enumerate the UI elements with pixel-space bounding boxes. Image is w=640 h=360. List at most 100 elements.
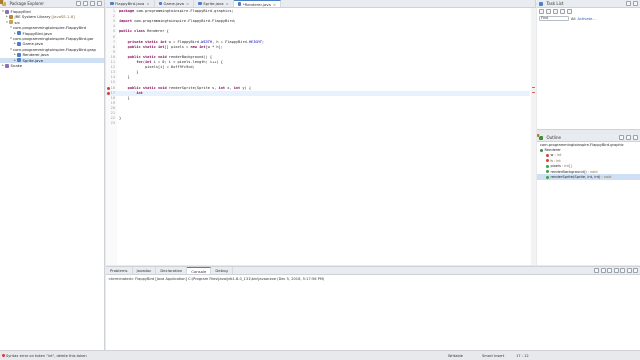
package-icon bbox=[0, 0, 4, 4]
outline-item-type: : int bbox=[554, 153, 562, 158]
package-explorer-view: Package Explorer ▾ FlappyBird ▸ JRE System … bbox=[0, 0, 105, 350]
package-explorer-title[interactable]: Package Explorer bbox=[10, 1, 45, 6]
console-tab[interactable]: Problems bbox=[106, 267, 133, 274]
editor-tab-label: *Renderer.java bbox=[242, 1, 271, 7]
remove-launch-icon[interactable] bbox=[600, 268, 606, 273]
console-tab[interactable]: Console bbox=[187, 267, 212, 274]
sync-icon[interactable] bbox=[567, 9, 572, 14]
status-cursor-position: 17 : 12 bbox=[516, 353, 529, 358]
private-field-icon bbox=[546, 159, 549, 163]
java-file-icon bbox=[198, 1, 202, 6]
terminate-icon[interactable] bbox=[594, 268, 599, 273]
editor-area: FlappyBird.java × Game.java × Sprite.java × *R… bbox=[106, 0, 536, 265]
tree-item[interactable]: ▸ Snake bbox=[0, 63, 104, 68]
error-marker-icon[interactable] bbox=[107, 91, 110, 95]
collapse-icon[interactable] bbox=[553, 9, 558, 14]
outline-item-label: pixels bbox=[550, 164, 561, 169]
console-tab-label: Problems bbox=[110, 268, 128, 273]
task-find-input[interactable]: Find bbox=[539, 16, 569, 21]
console-tab[interactable]: Debug bbox=[211, 267, 233, 274]
outline-item-type: : void bbox=[587, 169, 598, 174]
task-list-header: Task List bbox=[537, 0, 640, 8]
task-list-view: Task List Find All Activate... bbox=[537, 0, 640, 130]
clear-console-icon[interactable] bbox=[607, 268, 612, 273]
outline-item[interactable]: renderSprite(Sprite, int, int): void bbox=[537, 174, 640, 180]
outline-tree: com.programmingtoinspire.FlappyBird.grap… bbox=[537, 134, 640, 180]
close-icon[interactable]: × bbox=[226, 1, 229, 6]
close-icon[interactable]: × bbox=[186, 1, 189, 6]
java-file-icon bbox=[17, 52, 21, 57]
outline-item-type: : void bbox=[601, 175, 612, 180]
view-menu-icon[interactable] bbox=[90, 1, 95, 6]
view-menu-icon[interactable] bbox=[633, 135, 638, 140]
collapse-all-icon[interactable] bbox=[76, 1, 81, 6]
task-toolbar bbox=[537, 8, 640, 15]
console-tab-label: Debug bbox=[215, 268, 228, 273]
task-list-icon bbox=[539, 1, 543, 6]
package-icon bbox=[537, 134, 540, 137]
java-file-icon bbox=[17, 58, 21, 63]
outline-item-label: renderSprite(Sprite, int, int) bbox=[550, 175, 601, 180]
editor-tab[interactable]: *Renderer.java × bbox=[233, 0, 282, 7]
code-editor[interactable]: 1 package com.programmingtoinspire.Flappy… bbox=[106, 8, 536, 265]
source-folder-icon bbox=[9, 20, 13, 25]
scroll-lock-icon[interactable] bbox=[613, 268, 619, 273]
close-icon[interactable]: × bbox=[146, 1, 149, 6]
minimize-icon[interactable] bbox=[626, 1, 631, 6]
new-task-icon[interactable] bbox=[539, 9, 544, 14]
tree-item-label: Sprite.java bbox=[22, 57, 43, 63]
code-line[interactable]: 23 bbox=[106, 121, 530, 126]
tree-item-label: Snake bbox=[10, 62, 23, 68]
overview-ruler[interactable] bbox=[531, 8, 536, 265]
outline-item-label: renderBackground() bbox=[550, 169, 587, 174]
java-file-icon bbox=[237, 2, 242, 6]
overview-error-marker[interactable] bbox=[532, 91, 535, 94]
display-console-icon[interactable] bbox=[626, 268, 632, 273]
editor-tab-label: Game.java bbox=[163, 1, 185, 6]
package-explorer-header: Package Explorer bbox=[0, 0, 104, 8]
focus-icon[interactable] bbox=[560, 9, 565, 14]
public-member-icon bbox=[546, 170, 549, 174]
project-icon bbox=[5, 9, 9, 14]
java-file-icon bbox=[17, 42, 21, 47]
console-panel: Problems Javadoc Declaration Console Debug <… bbox=[106, 266, 640, 350]
sort-icon[interactable] bbox=[619, 135, 624, 140]
console-tab[interactable]: Javadoc bbox=[133, 267, 157, 274]
class-icon bbox=[540, 148, 543, 152]
close-icon[interactable]: × bbox=[273, 2, 276, 7]
java-file-icon bbox=[17, 31, 21, 36]
hide-fields-icon[interactable] bbox=[626, 135, 631, 140]
editor-tab[interactable]: FlappyBird.java × bbox=[106, 0, 155, 7]
task-list-title[interactable]: Task List bbox=[547, 1, 564, 6]
link-editor-icon[interactable] bbox=[83, 1, 88, 6]
maximize-icon[interactable] bbox=[633, 1, 638, 6]
console-tab-label: Javadoc bbox=[136, 268, 152, 273]
console-tab-bar: Problems Javadoc Declaration Console Debug bbox=[106, 267, 640, 275]
outline-title[interactable]: Outline bbox=[547, 135, 561, 140]
minimize-icon[interactable] bbox=[633, 268, 638, 273]
minimize-icon[interactable] bbox=[97, 1, 102, 6]
public-member-icon bbox=[546, 175, 549, 179]
outline-item-type: : int bbox=[553, 158, 561, 163]
activate-link[interactable]: Activate... bbox=[577, 17, 595, 21]
status-message: Syntax error on token "int", delete this… bbox=[6, 353, 87, 358]
editor-tab[interactable]: Game.java × bbox=[155, 0, 195, 7]
console-toolbar bbox=[594, 268, 638, 273]
outline-view: Outline com.programmingtoinspire.FlappyB… bbox=[537, 134, 640, 265]
filter-icon[interactable] bbox=[546, 9, 551, 14]
line-number: 23 bbox=[110, 121, 115, 126]
editor-tab-label: FlappyBird.java bbox=[115, 1, 145, 6]
console-output: <terminated> FlappyBird [Java Applicatio… bbox=[108, 277, 325, 281]
overview-error-marker[interactable] bbox=[532, 86, 535, 88]
outline-item-label: Renderer bbox=[544, 148, 561, 153]
error-icon bbox=[2, 353, 5, 357]
status-message-wrap: Syntax error on token "int", delete this… bbox=[2, 353, 87, 358]
console-tab[interactable]: Declaration bbox=[156, 267, 188, 274]
all-filter-link[interactable]: All bbox=[571, 17, 575, 21]
pin-console-icon[interactable] bbox=[620, 268, 625, 273]
error-marker-icon[interactable] bbox=[107, 86, 110, 90]
private-field-icon bbox=[546, 153, 549, 157]
java-file-icon bbox=[110, 1, 114, 6]
editor-tab[interactable]: Sprite.java × bbox=[194, 0, 234, 7]
